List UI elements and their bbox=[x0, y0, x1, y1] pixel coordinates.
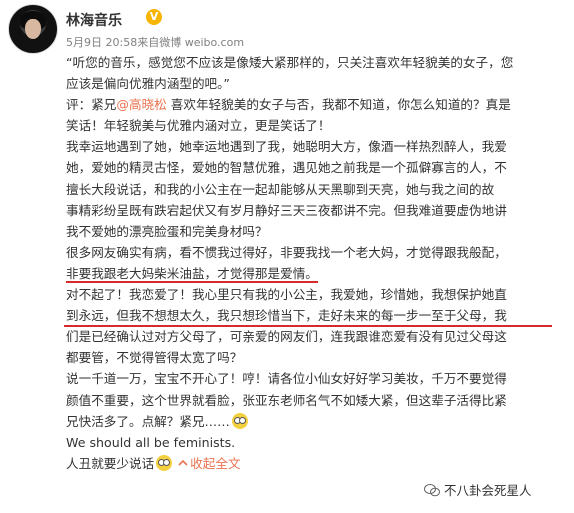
para3-line-1: 我幸运地遇到了她，她幸运地遇到了我，她聪明大方，像酒一样热烈醉人，我爱 bbox=[66, 139, 507, 155]
reply-rest: 喜欢年轻貌美的女子与否，我都不知道，你怎么知道的？真是 bbox=[166, 97, 511, 113]
reply-prefix: 评：紧兄 bbox=[66, 97, 117, 113]
para6-line-3: 兄快活多了。点解？紧兄…… bbox=[66, 411, 566, 432]
avatar-face bbox=[25, 19, 41, 39]
para3-line-5: 我不爱她的漂亮脸蛋和完美身材吗？ bbox=[66, 223, 268, 239]
collapse-arrow-icon bbox=[178, 459, 188, 466]
last-line: 人丑就要少说话 收起全文 bbox=[66, 453, 566, 474]
user-name[interactable]: 林海音乐 bbox=[66, 10, 122, 30]
mention-link[interactable]: @高晓松 bbox=[116, 97, 166, 112]
post-meta: 5月9日 20:58来自微博 weibo.com bbox=[66, 34, 244, 50]
source-prefix: 来自 bbox=[137, 36, 160, 49]
wechat-watermark-icon bbox=[424, 484, 440, 497]
avatar[interactable] bbox=[8, 4, 58, 54]
para4-underlined: 非要我跟老大妈柴米油盐，才觉得那是爱情。 bbox=[66, 265, 318, 283]
para5-line-3: 们是已经确认过对方父母了，可亲爱的网友们，连我跟谁恋爱有没有见过父母这 bbox=[66, 329, 507, 345]
quote-line-1: “听您的音乐，感觉您不应该是像矮大紧那样的，只关注喜欢年轻貌美的女子，您 bbox=[66, 55, 514, 70]
para4-line-2: 非要我跟老大妈柴米油盐，才觉得那是爱情。 bbox=[66, 263, 566, 284]
red-annotation-line bbox=[64, 325, 552, 327]
collapse-label: 收起全文 bbox=[190, 455, 241, 471]
para5-line-1: 对不起了！我恋爱了！我心里只有我的小公主，我爱她，珍惜她，我想保护她直 bbox=[66, 287, 507, 303]
post-body: “听您的音乐，感觉您不应该是像矮大紧那样的，只关注喜欢年轻貌美的女子，您 应该是… bbox=[66, 52, 566, 474]
weibo-post: 林海音乐 V 5月9日 20:58来自微博 weibo.com “听您的音乐，感… bbox=[0, 0, 574, 513]
quote-line-2: 应该是偏向优雅内涵型的吧。” bbox=[66, 76, 230, 92]
post-source[interactable]: 微博 weibo.com bbox=[159, 36, 244, 49]
para5-line-2: 到永远，但我不想想太久，我只想珍惜当下，走好未来的每一步一至于父母，我 bbox=[66, 308, 507, 324]
para3-line-3: 擅长大段说话，和我的小公主在一起却能够从天黑聊到天亮，她与我之间的故 bbox=[66, 181, 495, 197]
para3-line-4: 事精彩纷呈既有跌宕起伏又有岁月静好三天三夜都讲不完。但我难道要虚伪地讲 bbox=[66, 202, 507, 218]
watermark: 不八卦会死星人 bbox=[424, 480, 532, 499]
para3-line-2: 她，爱她的精灵古怪，爱她的智慧优雅，遇见她之前我是一个孤僻寡言的人，不 bbox=[66, 160, 507, 176]
watermark-text: 不八卦会死星人 bbox=[444, 483, 532, 498]
reply-line-1: 评：紧兄@高晓松 喜欢年轻貌美的女子与否，我都不知道，你怎么知道的？真是 bbox=[66, 94, 566, 115]
para6-line-1: 说一千道一万，宝宝不开心了！哼！请各位小仙女好好学习美妆，千万不要觉得 bbox=[66, 371, 507, 387]
reply-line-2: 笑话！年轻貌美与优雅内涵对立，更是笑话了！ bbox=[66, 118, 331, 134]
feminists-line: We should all be feminists. bbox=[66, 434, 236, 450]
para6-text: 兄快活多了。点解？紧兄…… bbox=[66, 413, 230, 429]
verified-badge-icon: V bbox=[146, 9, 162, 25]
last-line-text: 人丑就要少说话 bbox=[66, 455, 155, 471]
para4-highlight: 看不惯我过得好，非要我找一个老大妈，才觉得跟我般配， bbox=[179, 244, 507, 260]
para5-line-4: 都要管，不觉得管得太宽了吗？ bbox=[66, 350, 243, 366]
post-date[interactable]: 5月9日 20:58 bbox=[66, 36, 137, 49]
para4-line-1: 很多网友确实有病，看不惯我过得好，非要我找一个老大妈，才觉得跟我般配， bbox=[66, 242, 566, 263]
para6-line-2: 颜值不重要，这个世界就看脸，张亚东老师名气不如矮大紧，但这辈子活得比紧 bbox=[66, 392, 507, 408]
staring-emoji-icon bbox=[156, 454, 173, 471]
staring-emoji-icon bbox=[231, 412, 248, 429]
para4-lead: 很多网友确实有病， bbox=[66, 244, 180, 260]
collapse-button[interactable]: 收起全文 bbox=[176, 455, 241, 471]
